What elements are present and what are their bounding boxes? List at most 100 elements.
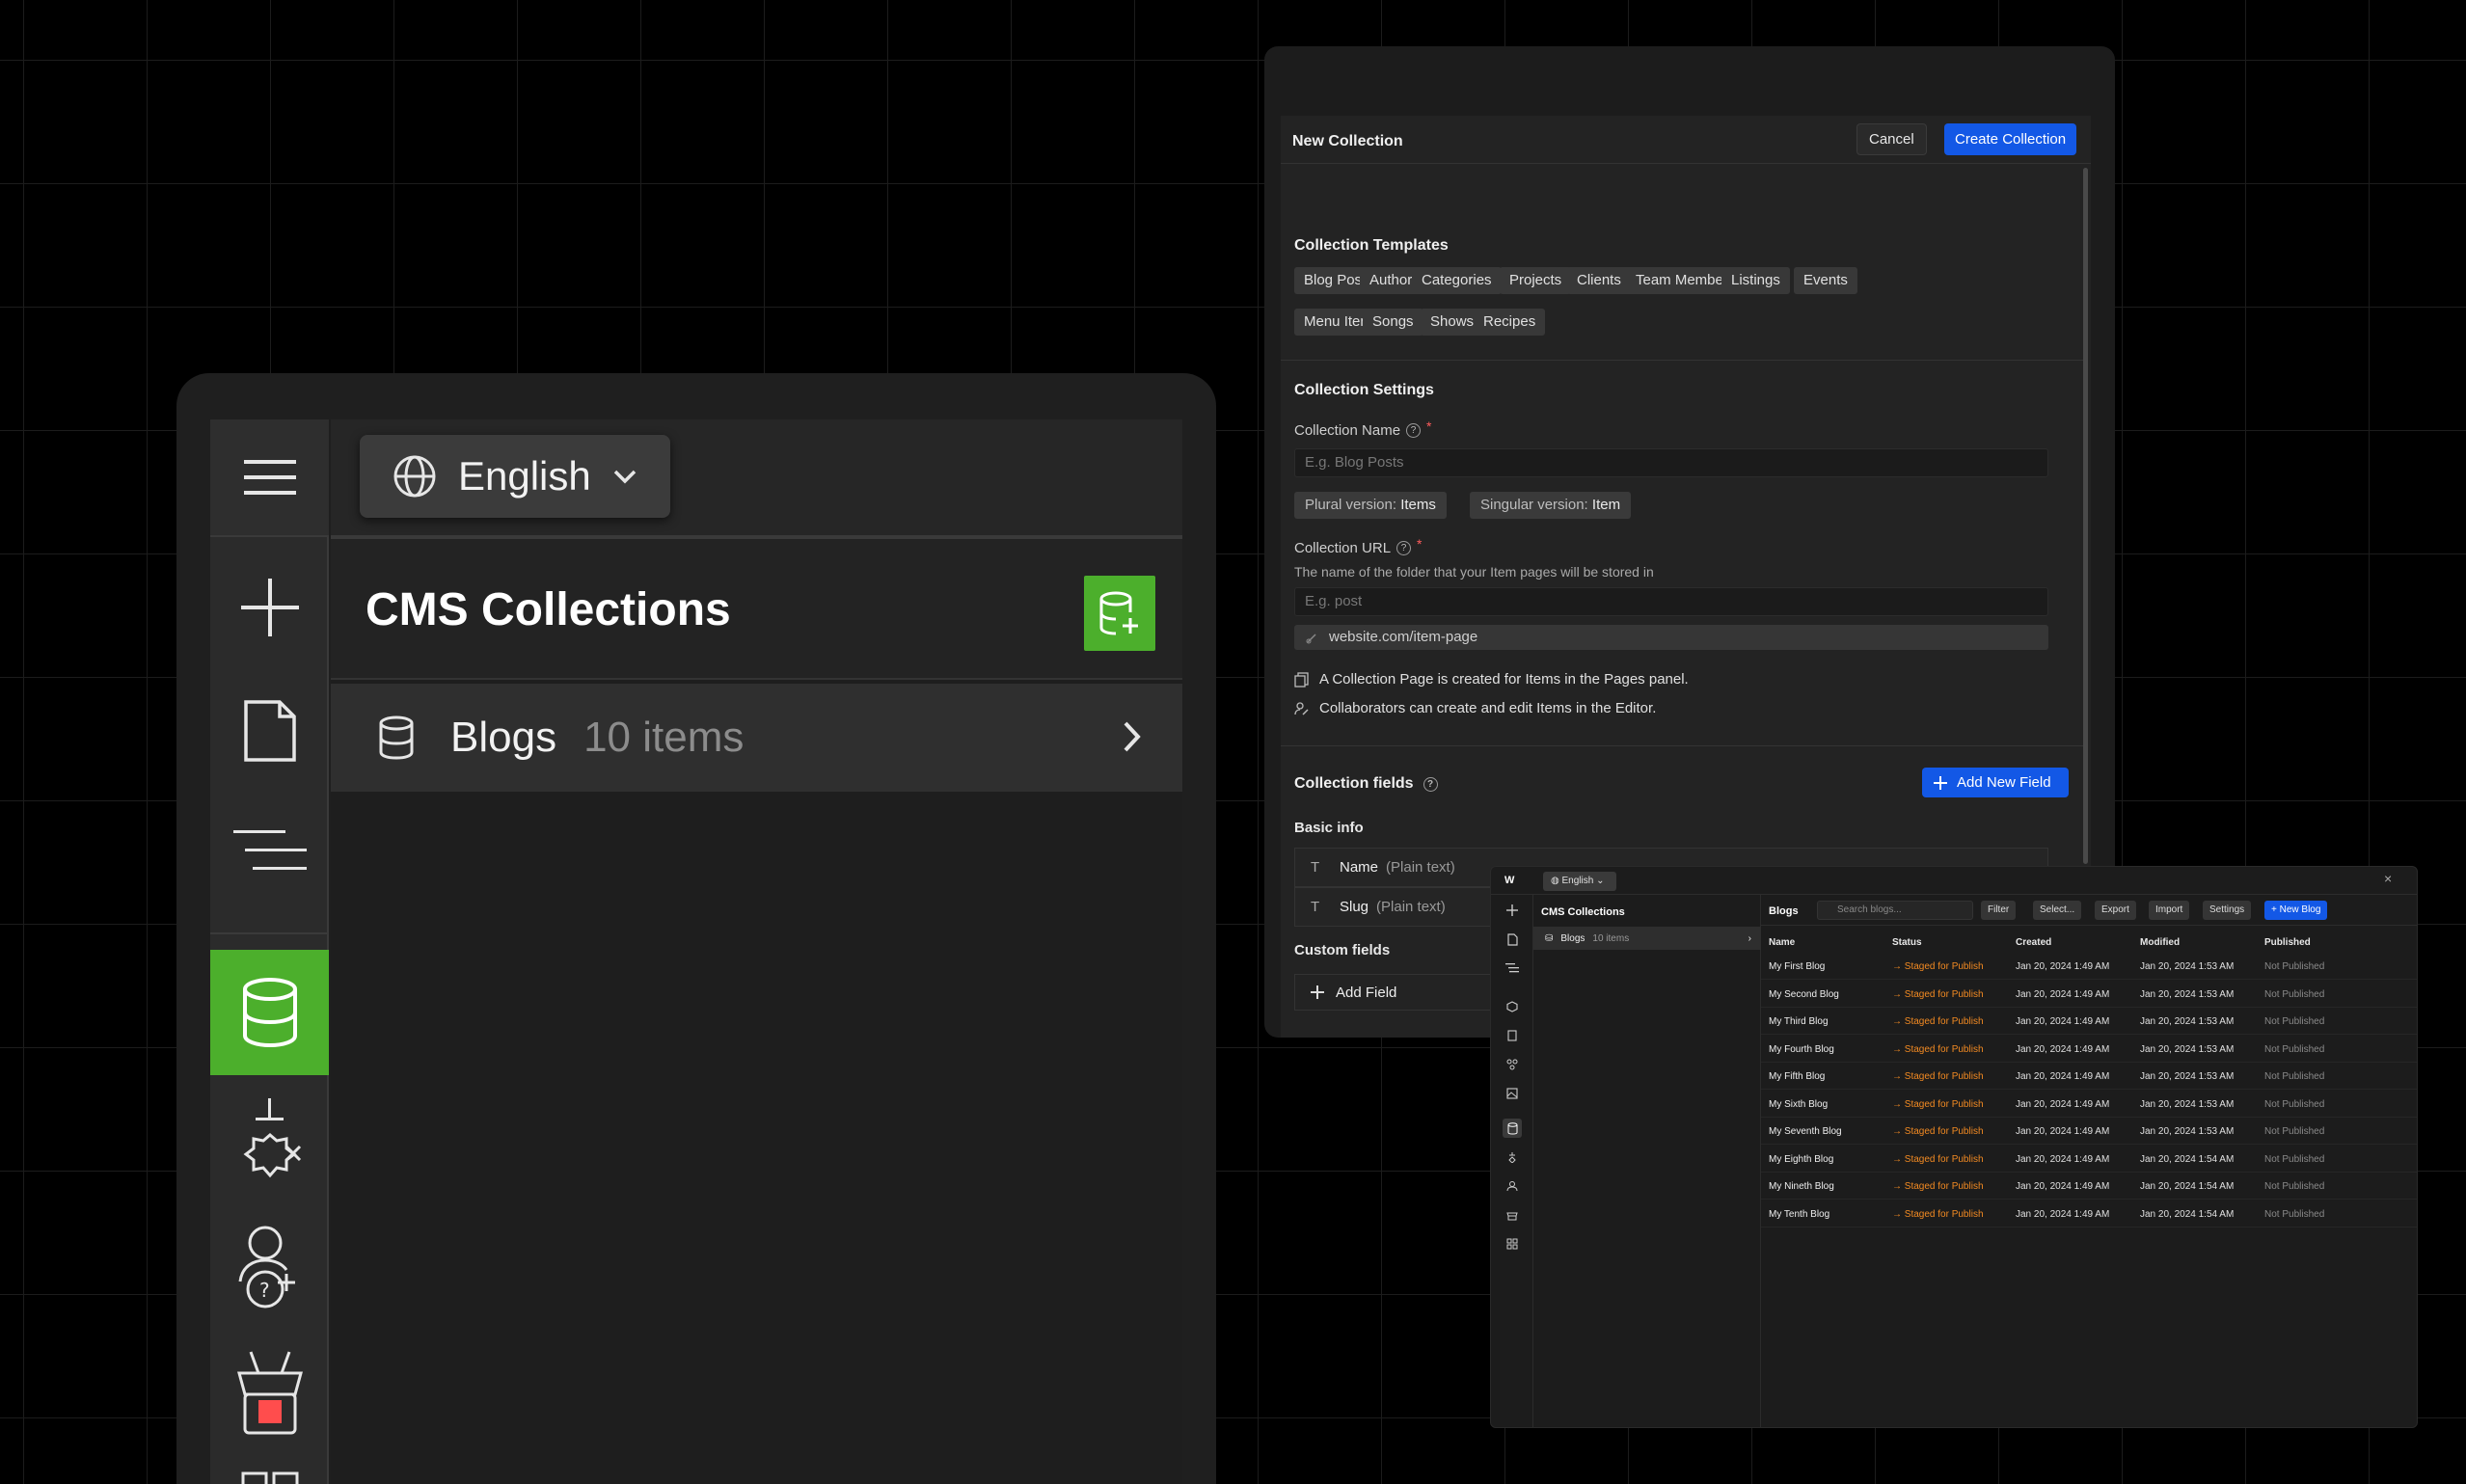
- menu-button[interactable]: [210, 419, 329, 537]
- template-chip[interactable]: Listings: [1721, 267, 1790, 294]
- language-label: English: [458, 453, 591, 499]
- template-chip[interactable]: Songs: [1363, 309, 1423, 336]
- box-icon[interactable]: [1503, 997, 1522, 1016]
- published-cell: Not Published: [2264, 1098, 2325, 1110]
- navigator-icon[interactable]: [1503, 958, 1522, 978]
- table-row[interactable]: My Fifth Blog → Staged for Publish Jan 20,…: [1761, 1063, 2417, 1090]
- singular-label: Singular version:: [1480, 497, 1588, 513]
- close-icon[interactable]: ×: [2384, 871, 2392, 886]
- info-collection-page-text: A Collection Page is created for Items i…: [1319, 671, 1689, 688]
- singular-value: Item: [1591, 497, 1621, 513]
- ecommerce-button[interactable]: [210, 1334, 329, 1449]
- table-row[interactable]: My First Blog → Staged for Publish Jan 20,…: [1761, 953, 2417, 980]
- collection-url-input[interactable]: E.g. post: [1294, 587, 2048, 616]
- status-cell: → Staged for Publish: [1892, 961, 1984, 972]
- modal-scrollbar[interactable]: [2083, 168, 2088, 864]
- plus-icon[interactable]: [1503, 901, 1522, 920]
- plus-icon: [1934, 775, 1947, 790]
- mini-language-selector[interactable]: ◍ English ⌄: [1543, 872, 1616, 891]
- globe-icon: [393, 455, 436, 498]
- published-cell: Not Published: [2264, 1043, 2325, 1055]
- create-collection-button[interactable]: Create Collection: [1944, 123, 2077, 155]
- help-icon[interactable]: ?: [1406, 423, 1422, 438]
- mini-search-input[interactable]: Search blogs...: [1817, 901, 1973, 920]
- column-header-published[interactable]: Published: [2264, 937, 2311, 948]
- table-row[interactable]: My Seventh Blog → Staged for Publish Jan 2…: [1761, 1118, 2417, 1145]
- pages-button[interactable]: [210, 678, 329, 784]
- components-button[interactable]: [210, 1087, 329, 1202]
- published-cell: Not Published: [2264, 988, 2325, 1000]
- plural-version-pill[interactable]: Plural version: Items: [1294, 492, 1447, 519]
- collection-url-label-text: Collection URL: [1294, 540, 1392, 556]
- paint-icon[interactable]: [1503, 1026, 1522, 1045]
- navigator-button[interactable]: [210, 797, 329, 904]
- users-button[interactable]: ?: [210, 1210, 329, 1326]
- template-chip[interactable]: Categories: [1412, 267, 1502, 294]
- help-icon[interactable]: ?: [1396, 541, 1412, 555]
- info-collection-page: A Collection Page is created for Items i…: [1294, 671, 1689, 688]
- created-cell: Jan 20, 2024 1:49 AM: [2016, 1181, 2110, 1192]
- table-row[interactable]: My Third Blog → Staged for Publish Jan 20,…: [1761, 1008, 2417, 1035]
- cancel-button[interactable]: Cancel: [1856, 123, 1927, 155]
- apps-button[interactable]: [210, 1455, 329, 1484]
- panel-header: CMS Collections: [331, 539, 1182, 680]
- template-chip[interactable]: Projects: [1500, 267, 1572, 294]
- arrow-right-icon: →: [1892, 1126, 1905, 1137]
- basic-info-label: Basic info: [1294, 820, 1364, 836]
- components-icon[interactable]: [1503, 1147, 1522, 1167]
- database-icon[interactable]: [1503, 1119, 1522, 1138]
- modal-title: New Collection: [1292, 133, 1403, 149]
- template-chip[interactable]: Recipes: [1474, 309, 1546, 336]
- mini-collection-item-blogs[interactable]: ⛁ Blogs 10 items ›: [1533, 927, 1761, 950]
- column-header-name[interactable]: Name: [1769, 937, 1795, 948]
- basket-icon[interactable]: [1503, 1205, 1522, 1225]
- export-button[interactable]: Export: [2095, 901, 2136, 920]
- database-icon: [242, 978, 297, 1047]
- new-blog-button[interactable]: + New Blog: [2264, 901, 2328, 920]
- template-chip[interactable]: Clients: [1567, 267, 1631, 294]
- collection-item-blogs[interactable]: Blogs 10 items: [331, 684, 1182, 792]
- chevron-right-icon: [1124, 721, 1141, 752]
- singular-version-pill[interactable]: Singular version: Item: [1470, 492, 1632, 519]
- table-row[interactable]: My Nineth Blog → Staged for Publish Jan 20…: [1761, 1173, 2417, 1200]
- filter-button[interactable]: Filter: [1981, 901, 2017, 920]
- users-icon[interactable]: [1503, 1176, 1522, 1196]
- url-preview-text: website.com/item-page: [1329, 629, 1478, 645]
- table-row[interactable]: My Sixth Blog → Staged for Publish Jan 20,…: [1761, 1091, 2417, 1118]
- templates-title: Collection Templates: [1294, 237, 1449, 254]
- arrow-right-icon: →: [1892, 1071, 1905, 1082]
- status-cell: → Staged for Publish: [1892, 1181, 1984, 1192]
- collection-name-input[interactable]: E.g. Blog Posts: [1294, 448, 2048, 477]
- collection-count: 10 items: [583, 714, 745, 761]
- variables-icon[interactable]: [1503, 1055, 1522, 1074]
- add-new-field-button[interactable]: Add New Field: [1922, 768, 2069, 797]
- table-row[interactable]: My Eighth Blog → Staged for Publish Jan 20…: [1761, 1146, 2417, 1173]
- table-row[interactable]: My Second Blog → Staged for Publish Jan 20…: [1761, 981, 2417, 1008]
- created-cell: Jan 20, 2024 1:49 AM: [2016, 988, 2110, 1000]
- column-header-created[interactable]: Created: [2016, 937, 2051, 948]
- add-collection-button[interactable]: [1084, 576, 1155, 651]
- template-chip[interactable]: Events: [1794, 267, 1857, 294]
- assets-icon[interactable]: [1503, 1084, 1522, 1103]
- arrow-right-icon: →: [1892, 1016, 1905, 1027]
- table-row[interactable]: My Fourth Blog → Staged for Publish Jan 20…: [1761, 1036, 2417, 1063]
- language-selector[interactable]: English: [360, 435, 670, 518]
- apps-icon[interactable]: [1503, 1234, 1522, 1254]
- column-header-status[interactable]: Status: [1892, 937, 1922, 948]
- status-text: Staged for Publish: [1904, 988, 1984, 1000]
- mini-main-title: Blogs: [1769, 905, 1799, 917]
- mini-language-label: English: [1561, 876, 1594, 886]
- help-icon[interactable]: ?: [1423, 776, 1438, 792]
- collection-name-label: Collection Name ? *: [1294, 418, 1432, 440]
- database-icon: ⛁: [1545, 932, 1554, 944]
- column-header-modified[interactable]: Modified: [2140, 937, 2180, 948]
- table-row[interactable]: My Tenth Blog → Staged for Publish Jan 20,…: [1761, 1201, 2417, 1228]
- settings-button[interactable]: Settings: [2203, 901, 2252, 920]
- add-button[interactable]: [210, 554, 329, 661]
- page-icon[interactable]: [1503, 930, 1522, 949]
- select-button[interactable]: Select...: [2033, 901, 2082, 920]
- status-cell: → Staged for Publish: [1892, 989, 1984, 1000]
- import-button[interactable]: Import: [2149, 901, 2190, 920]
- cms-button[interactable]: [210, 950, 329, 1075]
- blog-name-cell: My Nineth Blog: [1769, 1181, 1834, 1192]
